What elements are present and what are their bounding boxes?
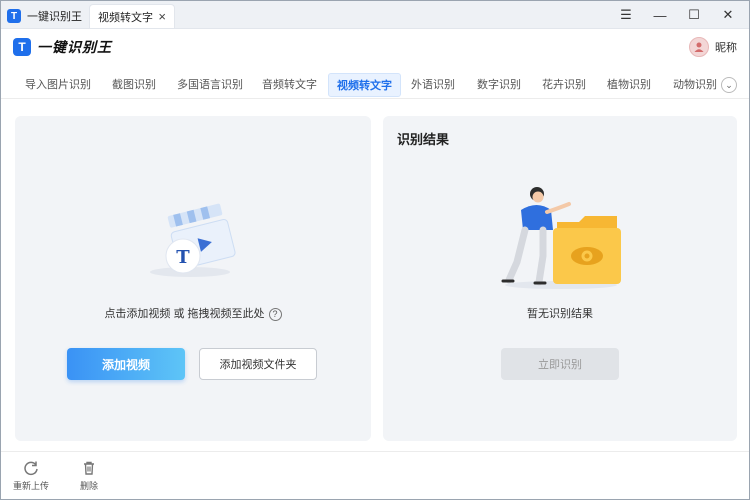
recognize-now-button[interactable]: 立即识别: [501, 348, 619, 380]
delete-button[interactable]: 删除: [69, 460, 109, 492]
avatar-icon[interactable]: [689, 37, 709, 57]
tab-video-to-text[interactable]: 视频转文字: [328, 73, 401, 97]
delete-label: 删除: [79, 481, 98, 491]
active-window-tab[interactable]: 视频转文字 ×: [89, 4, 175, 28]
app-title-tab[interactable]: T 一键识别王: [7, 4, 82, 28]
tab-screenshot[interactable]: 截图识别: [104, 73, 164, 97]
result-panel: 识别结果 暂无识别结果 立即识别: [383, 116, 737, 441]
brand-logo-icon: T: [13, 38, 31, 56]
trash-icon: [84, 461, 94, 475]
upload-panel[interactable]: T 点击添加视频 或 拖拽视频至此处? 添加视频 添加视频文件夹: [15, 116, 371, 441]
app-header: T 一键识别王 昵称: [1, 30, 749, 66]
title-bar: T 一键识别王 视频转文字 × ☰ — ☐ ✕: [1, 1, 749, 29]
tab-digit[interactable]: 数字识别: [469, 73, 529, 97]
reupload-label: 重新上传: [12, 481, 49, 491]
tab-animal[interactable]: 动物识别: [665, 73, 725, 97]
upload-hint-text: 点击添加视频 或 拖拽视频至此处: [104, 308, 265, 320]
tab-audio-to-text[interactable]: 音频转文字: [254, 73, 325, 97]
tab-plant[interactable]: 植物识别: [599, 73, 659, 97]
feature-tabs: 导入图片识别 截图识别 多国语言识别 音频转文字 视频转文字 外语识别 数字识别…: [1, 71, 749, 99]
refresh-icon: [24, 461, 38, 476]
active-tab-label: 视频转文字: [98, 11, 153, 24]
reupload-button[interactable]: 重新上传: [11, 460, 51, 492]
close-window-icon[interactable]: ✕: [711, 1, 745, 29]
add-video-button[interactable]: 添加视频: [67, 348, 185, 380]
app-window: T 一键识别王 视频转文字 × ☰ — ☐ ✕ T 一键识别王 昵称 导入图片识…: [0, 0, 750, 500]
video-clapper-illustration: T: [150, 203, 236, 277]
footer-toolbar: 重新上传 删除: [1, 451, 749, 499]
tab-import-image[interactable]: 导入图片识别: [17, 73, 99, 97]
menu-icon[interactable]: ☰: [609, 1, 643, 29]
maximize-icon[interactable]: ☐: [677, 1, 711, 29]
brand-name: 一键识别王: [37, 39, 112, 55]
tab-flower[interactable]: 花卉识别: [534, 73, 594, 97]
minimize-icon[interactable]: —: [643, 1, 677, 29]
tab-multilanguage[interactable]: 多国语言识别: [169, 73, 251, 97]
window-controls: ☰ — ☐ ✕: [609, 1, 745, 29]
user-name[interactable]: 昵称: [715, 39, 737, 55]
result-title: 识别结果: [397, 132, 450, 147]
close-icon[interactable]: ×: [158, 9, 166, 24]
user-profile[interactable]: 昵称: [689, 37, 737, 57]
add-video-folder-button[interactable]: 添加视频文件夹: [199, 348, 317, 380]
brand: T 一键识别王: [13, 37, 112, 57]
app-logo-icon: T: [7, 9, 21, 23]
folder-eye-illustration: [501, 187, 621, 289]
app-title: 一键识别王: [27, 11, 82, 23]
upload-hint: 点击添加视频 或 拖拽视频至此处?: [15, 305, 371, 321]
empty-result-text: 暂无识别结果: [527, 308, 593, 320]
help-icon[interactable]: ?: [268, 307, 282, 321]
chevron-down-icon[interactable]: ⌄: [721, 77, 737, 93]
illustration-letter: T: [176, 247, 190, 268]
tab-foreign-language[interactable]: 外语识别: [403, 73, 463, 97]
